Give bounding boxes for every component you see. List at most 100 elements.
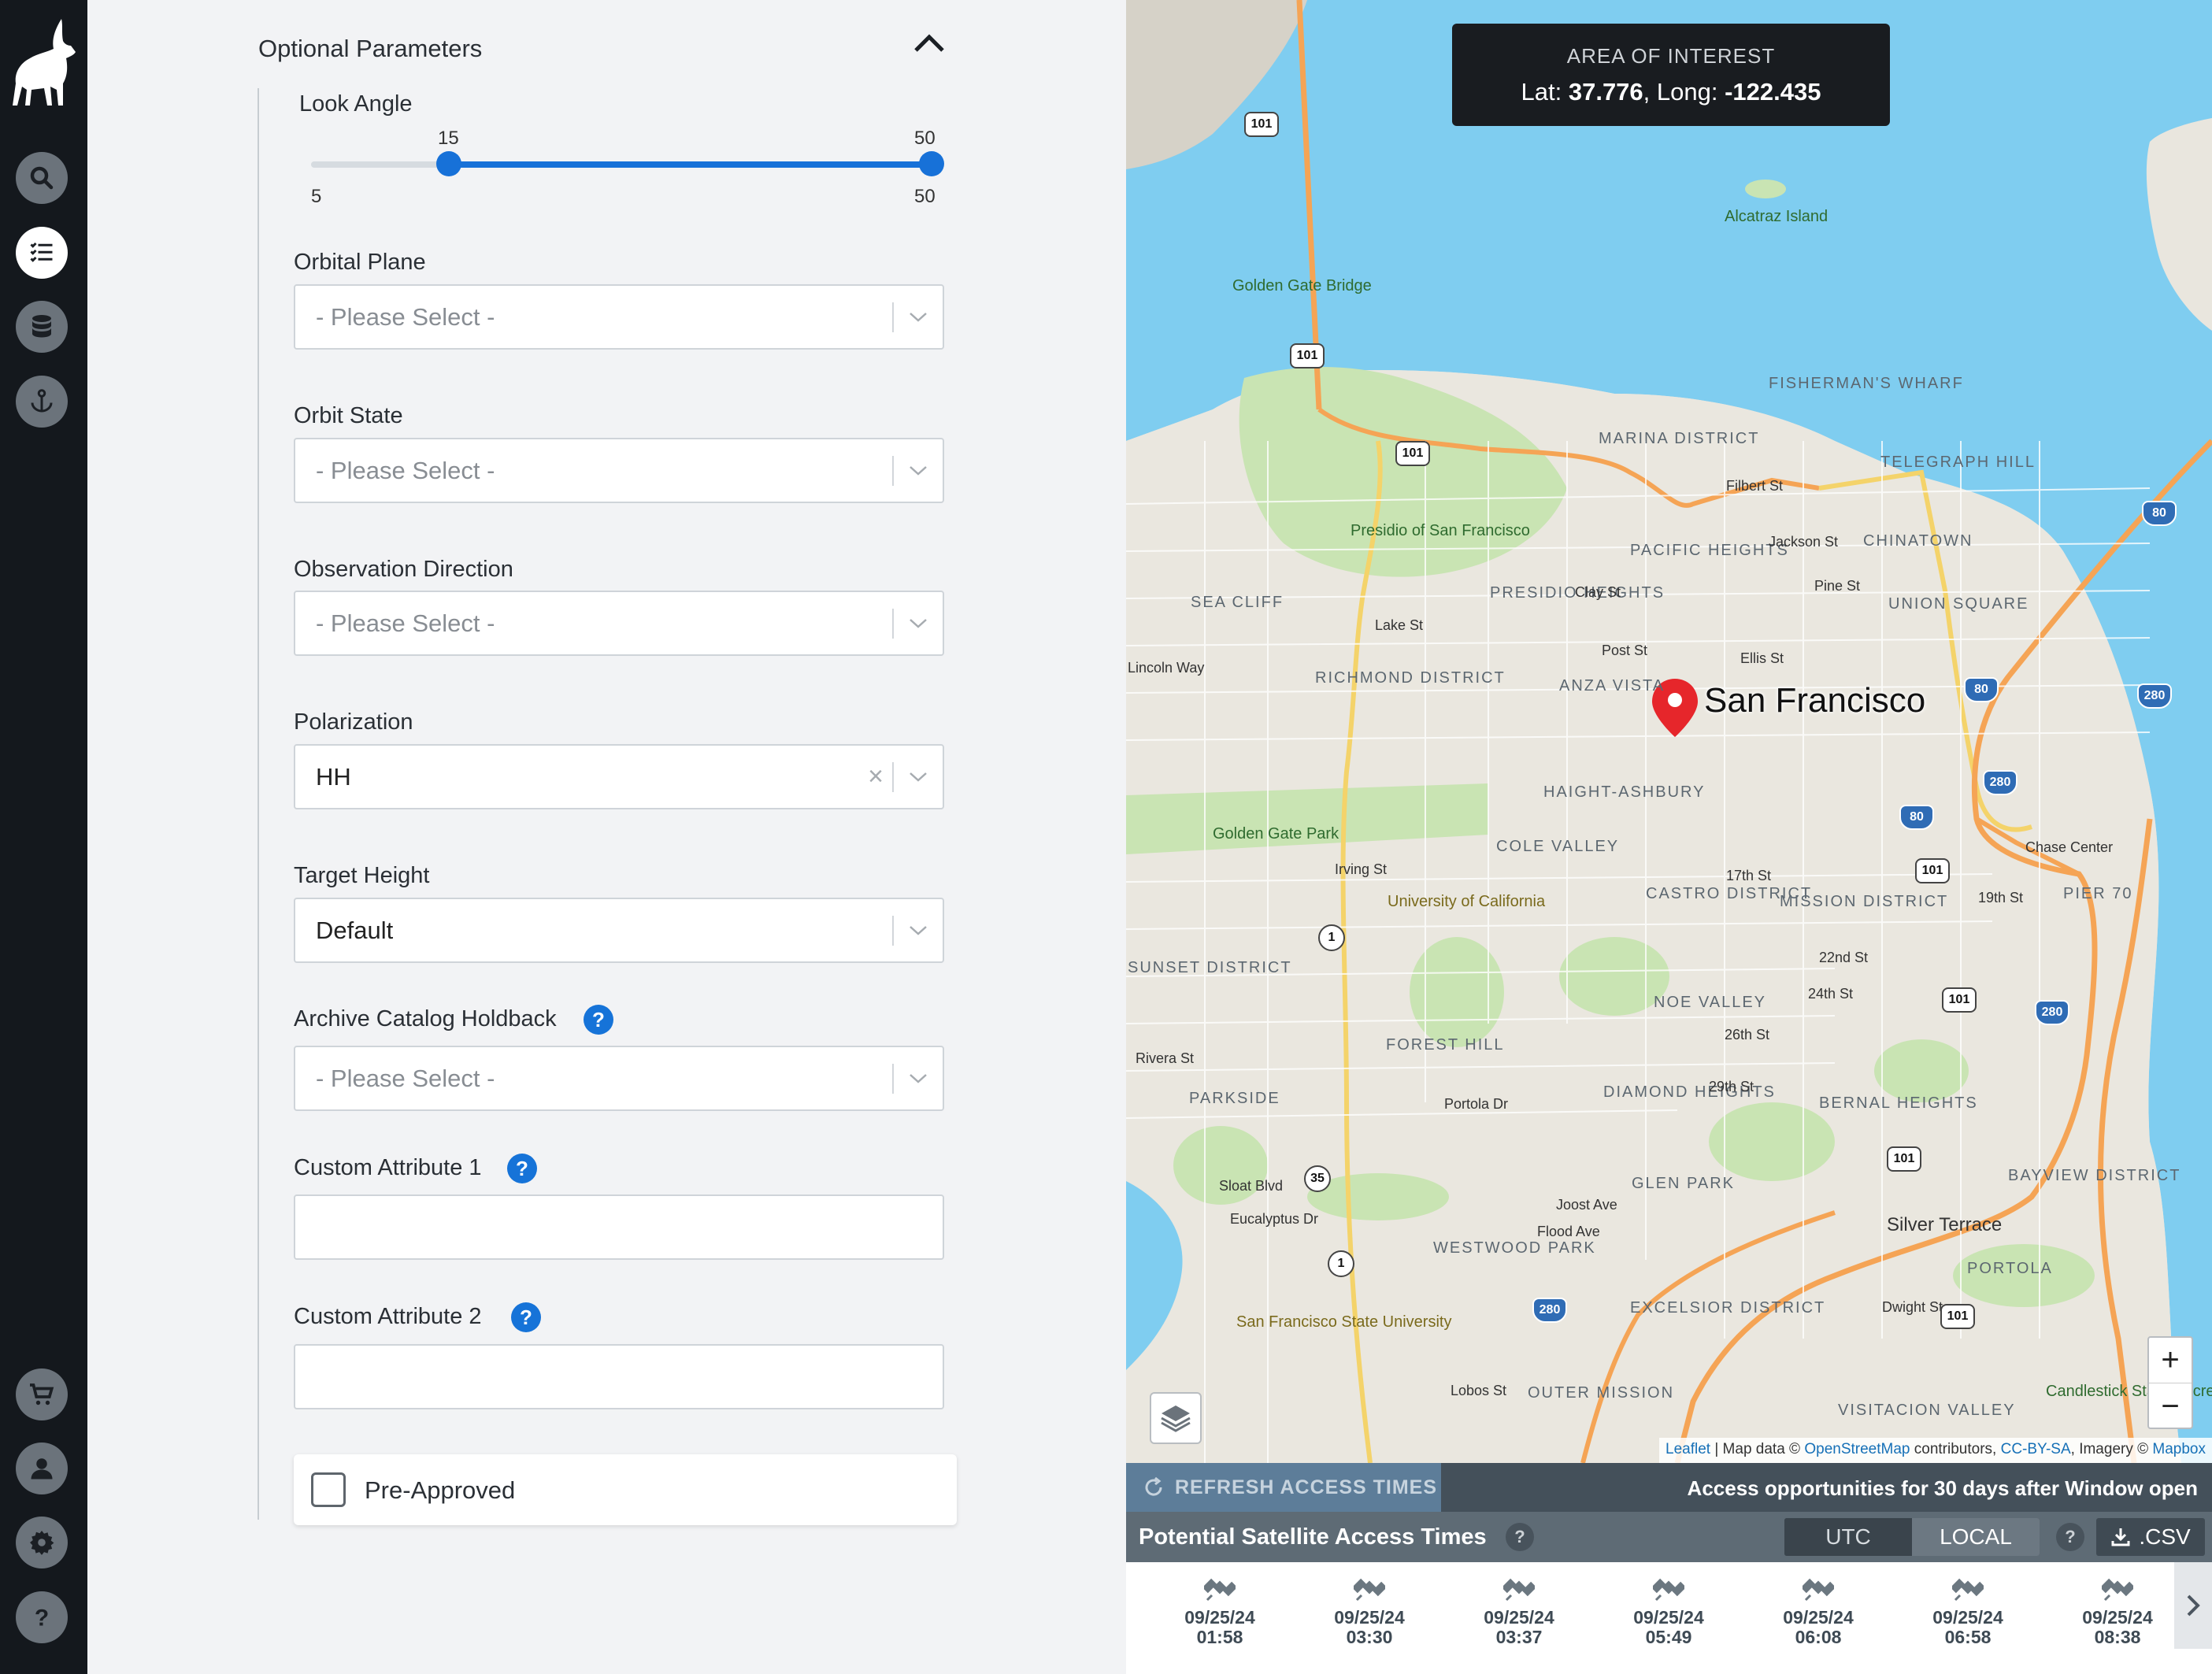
- leaflet-link[interactable]: Leaflet: [1665, 1441, 1710, 1457]
- orbital-plane-select[interactable]: - Please Select -: [294, 284, 944, 350]
- access-time-item[interactable]: 09/25/24 03:30: [1314, 1562, 1425, 1647]
- custom-attribute-1-help-icon[interactable]: ?: [507, 1154, 537, 1183]
- custom-attribute-2-input[interactable]: [294, 1344, 944, 1409]
- ibex-logo-icon: [13, 19, 76, 106]
- look-angle-low-handle[interactable]: [436, 151, 462, 176]
- route-shield: 101: [1940, 1304, 1975, 1329]
- ccbysa-link[interactable]: CC-BY-SA: [2001, 1441, 2071, 1457]
- download-csv-button[interactable]: .CSV: [2096, 1518, 2205, 1556]
- refresh-access-times-button[interactable]: REFRESH ACCESS TIMES: [1126, 1463, 1441, 1512]
- map-street-label: Lincoln Way: [1128, 660, 1205, 676]
- observation-direction-value: - Please Select -: [316, 609, 495, 637]
- custom-attribute-1-input[interactable]: [294, 1194, 944, 1260]
- map-street-label: 26th St: [1725, 1027, 1770, 1043]
- access-time: 03:30: [1346, 1627, 1393, 1647]
- polarization-select[interactable]: HH ×: [294, 744, 944, 809]
- map-layers-button[interactable]: [1150, 1392, 1202, 1444]
- route-shield: 1: [1328, 1250, 1354, 1277]
- route-shield: 280: [2137, 683, 2172, 709]
- access-time: 05:49: [1645, 1627, 1692, 1647]
- database-icon: [32, 315, 51, 338]
- map-district-label: MARINA DISTRICT: [1599, 430, 1760, 447]
- map-street-label: Flood Ave: [1537, 1224, 1600, 1239]
- access-date: 09/25/24: [1932, 1607, 2003, 1628]
- satellite-icon: [1354, 1578, 1385, 1602]
- section-divider-line: [258, 88, 259, 1520]
- sidebar-settings-button[interactable]: [16, 1517, 68, 1568]
- map-street-label: Portola Dr: [1444, 1096, 1509, 1112]
- sidebar-account-button[interactable]: [16, 1443, 68, 1494]
- route-shield: 101: [1290, 343, 1325, 369]
- access-time-item[interactable]: 09/25/24 08:38: [2062, 1562, 2173, 1647]
- access-time-item[interactable]: 09/25/24 01:58: [1165, 1562, 1275, 1647]
- chevron-down-icon[interactable]: [894, 618, 943, 629]
- osm-link[interactable]: OpenStreetMap: [1804, 1441, 1910, 1457]
- map-street-label: Rivera St: [1136, 1050, 1195, 1066]
- map-street-label: Clay St: [1575, 584, 1621, 600]
- clear-icon[interactable]: ×: [859, 761, 892, 792]
- lat-value: 37.776: [1568, 78, 1643, 106]
- access-time-item[interactable]: 09/25/24 03:37: [1464, 1562, 1574, 1647]
- sidebar-location-button[interactable]: [16, 376, 68, 428]
- sidebar-database-button[interactable]: [16, 301, 68, 353]
- map-district-label: ANZA VISTA: [1559, 677, 1665, 694]
- pre-approved-checkbox[interactable]: [311, 1472, 346, 1507]
- archive-catalog-holdback-select[interactable]: - Please Select -: [294, 1046, 944, 1111]
- chevron-up-icon[interactable]: [913, 31, 946, 54]
- archive-holdback-help-icon[interactable]: ?: [584, 1005, 613, 1035]
- map-district-label: PACIFIC HEIGHTS: [1630, 542, 1789, 559]
- chevron-down-icon[interactable]: [894, 772, 943, 783]
- local-option[interactable]: LOCAL: [1912, 1518, 2040, 1556]
- access-time: 06:08: [1795, 1627, 1842, 1647]
- access-time-item[interactable]: 09/25/24 06:08: [1763, 1562, 1873, 1647]
- map-street-label: 24th St: [1808, 986, 1854, 1002]
- chevron-down-icon[interactable]: [894, 312, 943, 323]
- access-help-icon[interactable]: ?: [1506, 1523, 1534, 1551]
- observation-direction-select[interactable]: - Please Select -: [294, 591, 944, 656]
- orbit-state-select[interactable]: - Please Select -: [294, 438, 944, 503]
- mapbox-link[interactable]: Mapbox: [2152, 1441, 2206, 1457]
- look-angle-slider-track[interactable]: [311, 161, 932, 168]
- map-street-label: Filbert St: [1726, 478, 1784, 494]
- zoom-out-button[interactable]: −: [2149, 1383, 2192, 1429]
- map-district-label: COLE VALLEY: [1496, 838, 1620, 855]
- layers-icon: [1161, 1405, 1191, 1432]
- access-time-item[interactable]: 09/25/24 06:58: [1913, 1562, 2023, 1647]
- look-angle-high-handle[interactable]: [919, 151, 944, 176]
- access-time-item[interactable]: 09/25/24 05:49: [1614, 1562, 1724, 1647]
- satellite-icon: [1204, 1578, 1236, 1602]
- map-district-label: TELEGRAPH HILL: [1880, 454, 2036, 471]
- map-street-label: Lake St: [1375, 617, 1424, 633]
- attribution-text: , Imagery ©: [2070, 1441, 2153, 1457]
- sidebar-cart-button[interactable]: [16, 1368, 68, 1420]
- zoom-in-button[interactable]: +: [2149, 1338, 2192, 1383]
- chevron-down-icon[interactable]: [894, 1073, 943, 1084]
- next-page-button[interactable]: [2174, 1562, 2212, 1649]
- custom-attribute-2-help-icon[interactable]: ?: [511, 1302, 541, 1332]
- map-view[interactable]: MARINA DISTRICT PACIFIC HEIGHTS PRESIDIO…: [1126, 0, 2212, 1463]
- map-street-label: Ellis St: [1740, 650, 1784, 666]
- chevron-down-icon[interactable]: [894, 465, 943, 476]
- route-shield: 35: [1304, 1165, 1331, 1192]
- timezone-help-icon[interactable]: ?: [2056, 1523, 2084, 1551]
- cart-icon: [30, 1383, 54, 1405]
- orbit-state-label: Orbit State: [294, 403, 403, 428]
- route-shield: 80: [2142, 501, 2177, 526]
- long-label: , Long:: [1643, 78, 1718, 106]
- map-district-label: CHINATOWN: [1863, 532, 1973, 550]
- sidebar-search-button[interactable]: [16, 152, 68, 204]
- sidebar-help-button[interactable]: ?: [16, 1591, 68, 1643]
- route-shield: 101: [1395, 441, 1430, 466]
- utc-option[interactable]: UTC: [1784, 1518, 1912, 1556]
- chevron-down-icon[interactable]: [894, 925, 943, 936]
- timezone-toggle: UTC LOCAL: [1784, 1518, 2040, 1556]
- help-icon: ?: [35, 1605, 49, 1631]
- gear-icon: [30, 1531, 54, 1555]
- pre-approved-card[interactable]: Pre-Approved: [294, 1454, 957, 1525]
- target-height-select[interactable]: Default: [294, 898, 944, 963]
- map-park-label: Golden Gate Bridge: [1232, 277, 1372, 294]
- refresh-icon: [1145, 1477, 1162, 1496]
- map-street-label: Dwight St: [1882, 1299, 1943, 1315]
- look-angle-slider-fill: [449, 161, 932, 168]
- sidebar-tasking-button[interactable]: [16, 227, 68, 279]
